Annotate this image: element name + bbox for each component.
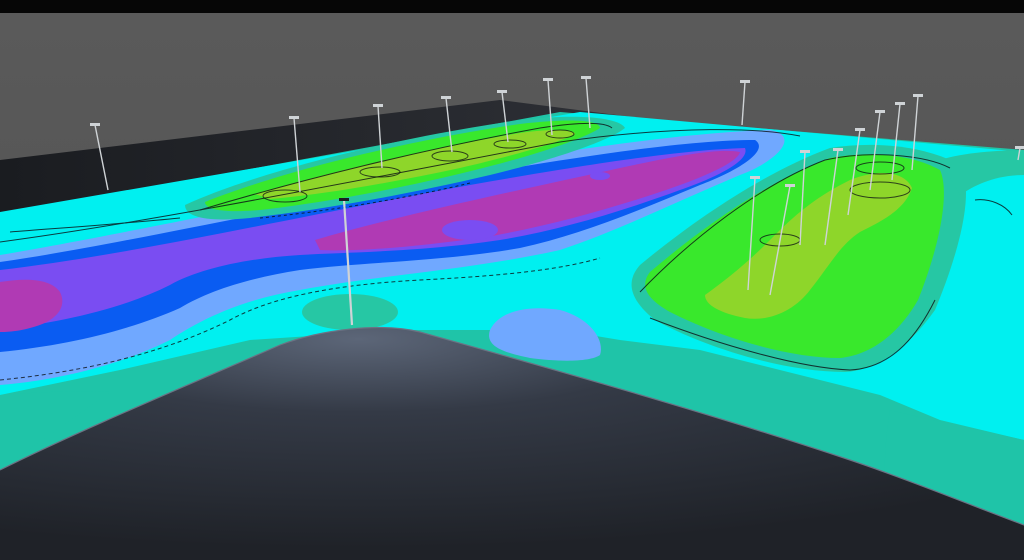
lighting-scene	[0, 0, 1024, 560]
contour-violet-spot-2	[590, 172, 610, 180]
light-fixture-icon	[90, 123, 100, 126]
light-fixture-icon	[913, 94, 923, 97]
light-fixture-icon	[373, 104, 383, 107]
light-fixture-icon	[543, 78, 553, 81]
light-fixture-icon	[1015, 146, 1024, 149]
top-bar	[0, 0, 1024, 13]
light-fixture-icon	[740, 80, 750, 83]
light-fixture-icon	[750, 176, 760, 179]
viewport[interactable]	[0, 0, 1024, 560]
light-fixture-icon	[289, 116, 299, 119]
light-fixture-icon	[581, 76, 591, 79]
light-fixture-icon	[339, 198, 349, 201]
contour-violet-spot	[442, 220, 498, 240]
light-fixture-icon	[833, 148, 843, 151]
light-fixture-icon	[855, 128, 865, 131]
light-fixture-icon	[800, 150, 810, 153]
light-fixture-icon	[497, 90, 507, 93]
light-fixture-icon	[895, 102, 905, 105]
light-fixture-icon	[785, 184, 795, 187]
light-fixture-icon	[441, 96, 451, 99]
light-fixture-icon	[875, 110, 885, 113]
